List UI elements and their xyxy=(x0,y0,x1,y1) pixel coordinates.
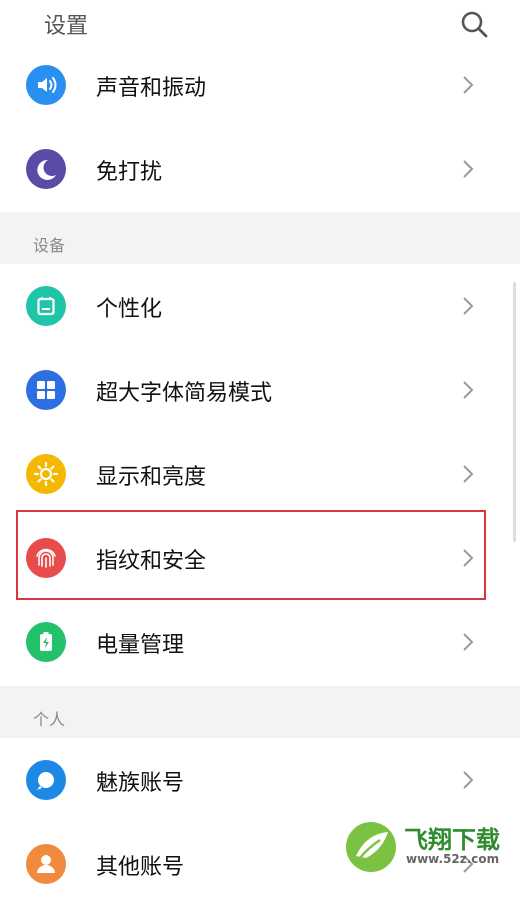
watermark-logo xyxy=(346,822,396,872)
battery-icon xyxy=(26,622,66,662)
section-label: 个人 xyxy=(33,710,66,729)
settings-item-label: 声音和振动 xyxy=(96,76,207,101)
settings-item-battery[interactable]: 电量管理 xyxy=(0,600,520,684)
highlight-box xyxy=(16,510,486,600)
chevron-right-icon xyxy=(463,297,474,315)
watermark: 飞翔下载 www.52z.com xyxy=(344,818,516,876)
personalize-icon xyxy=(26,286,66,326)
watermark-url: www.52z.com xyxy=(406,852,500,866)
chevron-right-icon xyxy=(463,76,474,94)
chevron-right-icon xyxy=(463,633,474,651)
settings-item-display[interactable]: 显示和亮度 xyxy=(0,432,520,516)
settings-item-label: 其他账号 xyxy=(96,855,185,880)
user-icon xyxy=(26,844,66,884)
settings-item-label: 个性化 xyxy=(96,297,163,322)
settings-item-label: 超大字体简易模式 xyxy=(96,381,273,406)
settings-item-label: 免打扰 xyxy=(96,160,163,185)
chevron-right-icon xyxy=(463,465,474,483)
section-header-personal: 个人 xyxy=(0,686,520,738)
chevron-right-icon xyxy=(463,381,474,399)
moon-icon xyxy=(26,149,66,189)
settings-item-meizu-account[interactable]: 魅族账号 xyxy=(0,738,520,822)
settings-item-personalize[interactable]: 个性化 xyxy=(0,264,520,348)
sound-vibration-icon xyxy=(26,65,66,105)
settings-item-label: 电量管理 xyxy=(96,633,185,658)
watermark-title: 飞翔下载 xyxy=(404,826,500,854)
search-icon[interactable] xyxy=(458,8,490,40)
chevron-right-icon xyxy=(463,771,474,789)
grid-icon xyxy=(26,370,66,410)
settings-item-dnd[interactable]: 免打扰 xyxy=(0,127,520,211)
settings-item-label: 魅族账号 xyxy=(96,771,185,796)
settings-item-label: 显示和亮度 xyxy=(96,465,207,490)
settings-item-sound[interactable]: 声音和振动 xyxy=(0,43,520,127)
sun-icon xyxy=(26,454,66,494)
meizu-account-icon xyxy=(26,760,66,800)
section-label: 设备 xyxy=(33,236,66,255)
scrollbar[interactable] xyxy=(513,282,516,542)
settings-item-large-font[interactable]: 超大字体简易模式 xyxy=(0,348,520,432)
section-header-device: 设备 xyxy=(0,212,520,264)
page-title: 设置 xyxy=(44,14,89,39)
chevron-right-icon xyxy=(463,160,474,178)
